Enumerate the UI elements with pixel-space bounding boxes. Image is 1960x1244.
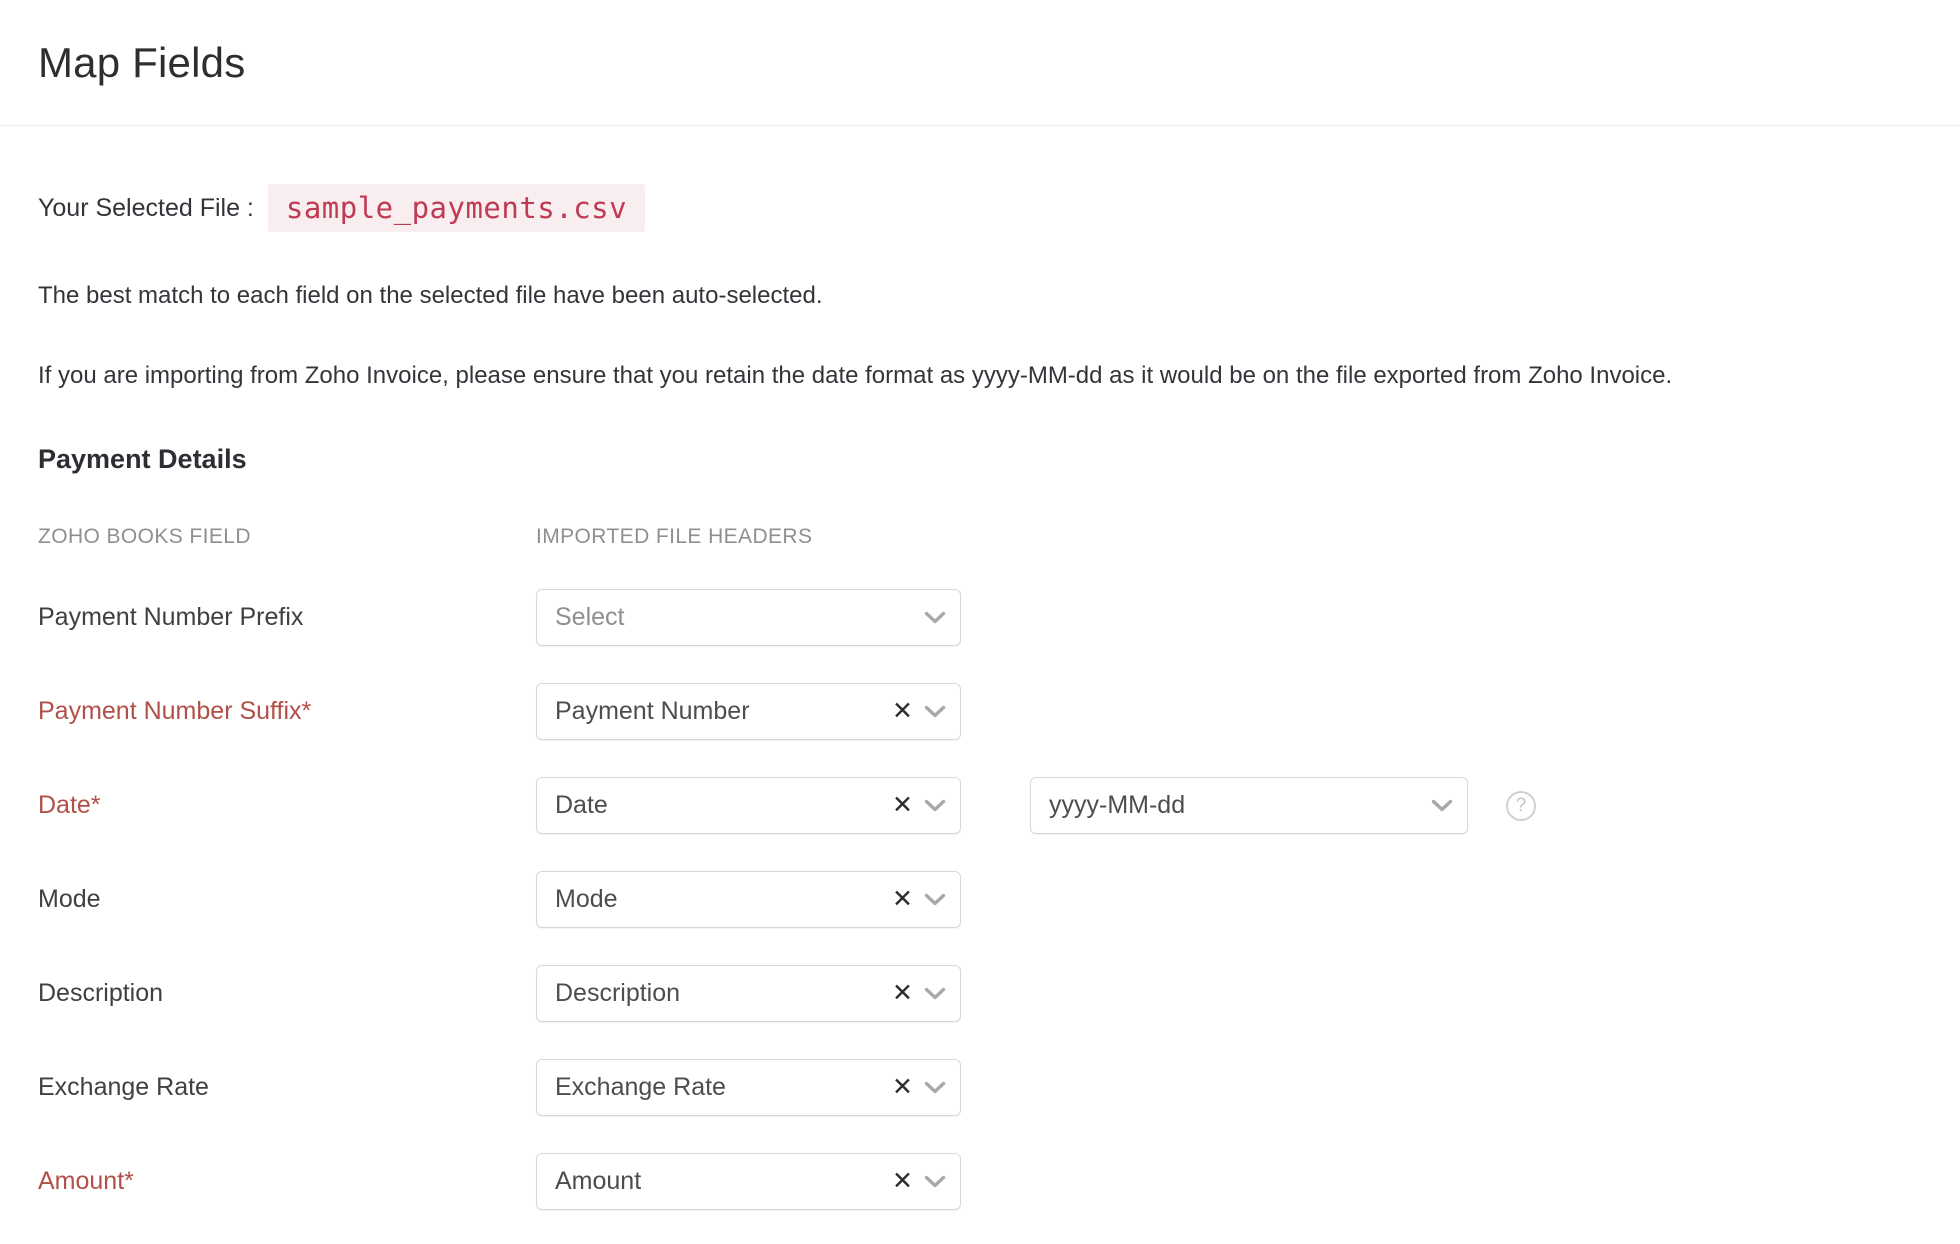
selected-header-value: Date xyxy=(555,791,608,819)
column-headers: ZOHO BOOKS FIELD IMPORTED FILE HEADERS xyxy=(38,525,1922,549)
clear-icon[interactable]: ✕ xyxy=(892,1075,913,1100)
field-label: Mode xyxy=(38,885,101,913)
mapping-rows: Payment Number Prefix Select Payment Numbe… xyxy=(38,589,1922,1210)
imported-header-select[interactable]: Mode ✕ xyxy=(536,871,961,928)
chevron-down-icon[interactable] xyxy=(924,611,946,624)
date-format-value: yyyy-MM-dd xyxy=(1049,791,1186,819)
field-mapping-row: Mode Mode ✕ xyxy=(38,871,1922,928)
field-mapping-row: Exchange Rate Exchange Rate ✕ xyxy=(38,1059,1922,1116)
selected-header-value: Mode xyxy=(555,885,618,913)
field-label: Amount* xyxy=(38,1167,134,1195)
field-label: Date* xyxy=(38,791,101,819)
clear-icon[interactable]: ✕ xyxy=(892,699,913,724)
map-fields-content: Your Selected File : sample_payments.csv… xyxy=(0,184,1960,1210)
column-header-zoho-field: ZOHO BOOKS FIELD xyxy=(38,525,251,548)
field-mapping-row: Description Description ✕ xyxy=(38,965,1922,1022)
selected-header-value: Exchange Rate xyxy=(555,1073,726,1101)
imported-header-select[interactable]: Select xyxy=(536,589,961,646)
field-label: Payment Number Prefix xyxy=(38,603,304,631)
date-format-note: If you are importing from Zoho Invoice, … xyxy=(38,362,1673,389)
selected-header-value: Payment Number xyxy=(555,697,750,725)
page-header: Map Fields xyxy=(0,0,1960,126)
chevron-down-icon[interactable] xyxy=(924,705,946,718)
imported-header-select[interactable]: Description ✕ xyxy=(536,965,961,1022)
auto-select-note: The best match to each field on the sele… xyxy=(38,282,823,309)
field-mapping-row: Date* Date ✕ yyyy-MM-dd? xyxy=(38,777,1922,834)
chevron-down-icon[interactable] xyxy=(924,1175,946,1188)
chevron-down-icon[interactable] xyxy=(924,893,946,906)
chevron-down-icon[interactable] xyxy=(1431,799,1453,812)
column-header-file-headers: IMPORTED FILE HEADERS xyxy=(536,525,813,548)
imported-header-select[interactable]: Payment Number ✕ xyxy=(536,683,961,740)
field-mapping-row: Payment Number Prefix Select xyxy=(38,589,1922,646)
chevron-down-icon[interactable] xyxy=(924,987,946,1000)
imported-header-select[interactable]: Exchange Rate ✕ xyxy=(536,1059,961,1116)
field-label: Description xyxy=(38,979,164,1007)
chevron-down-icon[interactable] xyxy=(924,799,946,812)
field-mapping-row: Amount* Amount ✕ xyxy=(38,1153,1922,1210)
clear-icon[interactable]: ✕ xyxy=(892,793,913,818)
imported-header-select[interactable]: Amount ✕ xyxy=(536,1153,961,1210)
section-title: Payment Details xyxy=(38,444,247,474)
clear-icon[interactable]: ✕ xyxy=(892,1169,913,1194)
selected-header-value: Amount xyxy=(555,1167,642,1195)
clear-icon[interactable]: ✕ xyxy=(892,981,913,1006)
field-label: Exchange Rate xyxy=(38,1073,209,1101)
page-title: Map Fields xyxy=(38,38,246,86)
field-mapping-row: Payment Number Suffix* Payment Number ✕ xyxy=(38,683,1922,740)
field-label: Payment Number Suffix* xyxy=(38,697,312,725)
selected-file-name: sample_payments.csv xyxy=(267,184,646,232)
selected-header-value: Select xyxy=(555,603,625,631)
selected-file-label: Your Selected File : xyxy=(38,193,254,222)
selected-header-value: Description xyxy=(555,979,681,1007)
chevron-down-icon[interactable] xyxy=(924,1081,946,1094)
clear-icon[interactable]: ✕ xyxy=(892,887,913,912)
selected-file-row: Your Selected File : sample_payments.csv xyxy=(38,184,1922,232)
date-format-select[interactable]: yyyy-MM-dd xyxy=(1030,777,1468,834)
help-icon[interactable]: ? xyxy=(1506,790,1536,821)
imported-header-select[interactable]: Date ✕ xyxy=(536,777,961,834)
